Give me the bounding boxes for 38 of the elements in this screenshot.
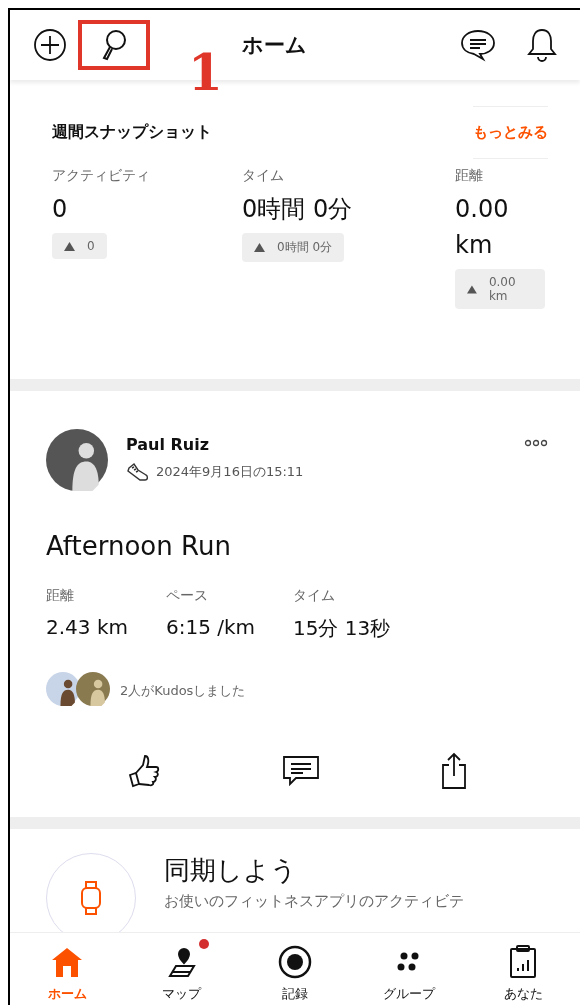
stat-value: 0時間 0分 <box>242 194 354 225</box>
kudos-text[interactable]: 2人がKudosしました <box>120 682 246 700</box>
up-triangle-icon <box>467 284 477 294</box>
tab[interactable]: グループ <box>352 933 466 1005</box>
stat-value: 2.43 km <box>46 615 128 639</box>
record-icon <box>278 945 312 979</box>
stat-label: タイム <box>242 167 285 185</box>
up-triangle-icon <box>254 243 265 252</box>
avatar <box>46 672 80 706</box>
up-triangle-icon <box>64 241 75 251</box>
stat-label: ペース <box>165 587 209 605</box>
tab[interactable]: あなた <box>466 933 580 1005</box>
stat-label: タイム <box>293 587 337 605</box>
stat-value: 15分 13秒 <box>293 615 391 642</box>
athlete-name[interactable]: Paul Ruiz <box>126 435 506 454</box>
home-icon <box>50 945 84 979</box>
avatar <box>76 672 110 706</box>
stat-label: 距離 <box>46 587 75 605</box>
tab[interactable]: マップ <box>124 933 238 1005</box>
stat-label: アクティビティ <box>52 167 151 185</box>
tab[interactable]: 記録 <box>238 933 352 1005</box>
card-text: お使いのフィットネスアプリのアクティビテ <box>164 892 464 911</box>
change-chip: 0時間 0分 <box>242 233 345 262</box>
shoe-icon <box>126 462 150 482</box>
activity-title[interactable]: Afternoon Run <box>46 531 548 561</box>
change-chip: 0 <box>52 233 107 259</box>
stat-value: 0.00 km <box>455 194 510 261</box>
stat-value: 6:15 /km <box>165 615 256 639</box>
activity-date: 2024年9月16日の15:11 <box>156 463 304 481</box>
annotation-number: 1 <box>188 48 223 98</box>
stat-label: 距離 <box>455 167 484 185</box>
search-button[interactable] <box>78 20 150 70</box>
card-title: 同期しよう <box>164 854 298 887</box>
change-chip: 0.00 km <box>455 269 545 309</box>
stat-value: 0 <box>52 194 69 225</box>
avatar <box>46 429 108 491</box>
screen-title: ホーム <box>240 32 308 59</box>
section-title: 週間スナップショット <box>52 122 212 143</box>
